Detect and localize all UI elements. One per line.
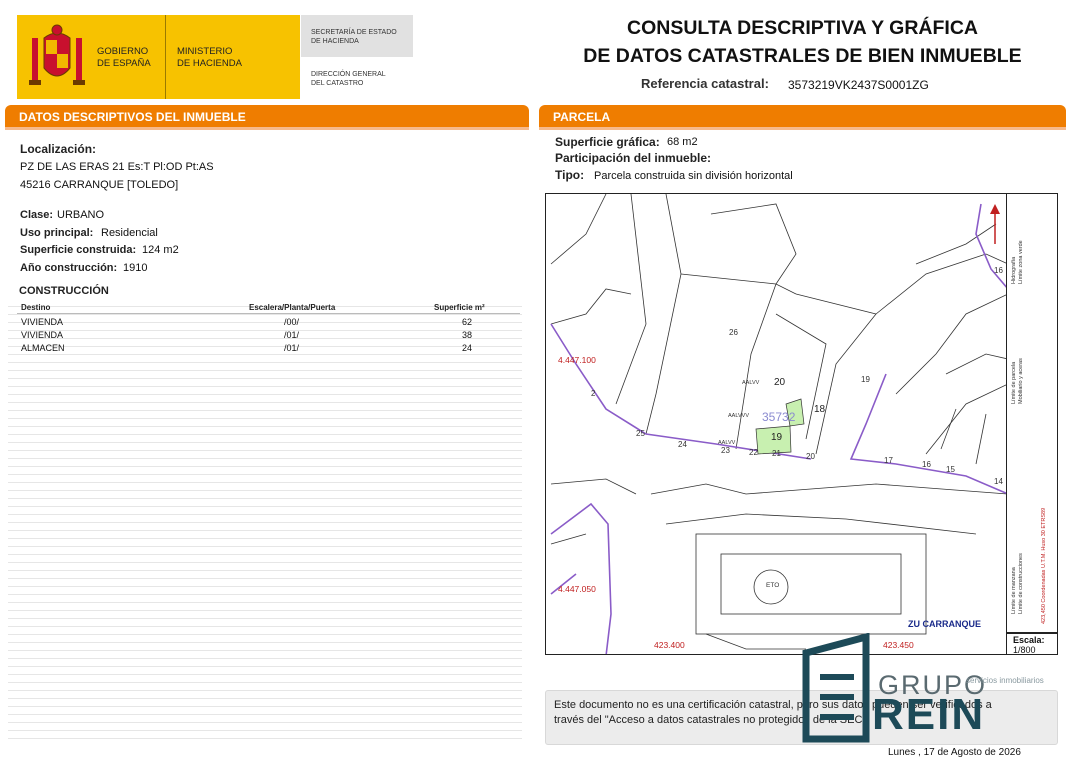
table-cell-escalera: /01/	[284, 330, 300, 340]
gobierno-text-2: DE ESPAÑA	[97, 58, 151, 69]
legend-column: Límite de parcela Mobiliario y aceras	[1011, 294, 1024, 404]
watermark-rein: REIN	[872, 690, 986, 739]
sup-grafica-label: Superficie gráfica:	[555, 135, 660, 149]
street-number: 21	[772, 449, 781, 458]
floor-code: AALVV	[718, 440, 736, 446]
street-number: 22	[749, 448, 758, 457]
coat-of-arms-icon	[29, 24, 85, 85]
street-number: 20	[806, 452, 815, 461]
direccion-text-2: DEL CATASTRO	[311, 80, 364, 87]
map-legend: Límite de manzana Límite de construccion…	[1007, 193, 1058, 633]
localizacion-label: Localización:	[20, 142, 97, 156]
table-cell-superficie: 38	[462, 330, 473, 340]
logo-divider	[165, 15, 166, 99]
street-number: 18	[814, 404, 826, 415]
table-cell-superficie: 24	[462, 343, 473, 353]
legend-column: Límite de manzana Límite de construccion…	[1011, 424, 1024, 614]
table-header-escalera: Escalera/Planta/Puerta	[249, 303, 336, 312]
street-number: 19	[861, 375, 870, 384]
table-cell-destino: ALMACEN	[21, 343, 65, 353]
direccion-text-1: DIRECCIÓN GENERAL	[311, 71, 386, 78]
uso-value: Residencial	[101, 227, 158, 239]
street-number: 16	[922, 460, 931, 469]
coord-x2: 423.450	[883, 640, 914, 650]
table-header-destino: Destino	[21, 303, 51, 312]
street-number: 20	[774, 377, 786, 388]
street-number: 17	[884, 456, 893, 465]
coord-y1: 4.447.100	[558, 355, 596, 365]
legend-item: Límite zona verde	[1018, 240, 1024, 284]
superficie-label: Superficie construida:	[20, 244, 137, 256]
secretaria-text-2: DE HACIENDA	[311, 38, 359, 45]
superficie-value: 124 m2	[142, 244, 179, 256]
legend-item: Mobiliario y aceras	[1018, 358, 1024, 404]
anio-value: 1910	[123, 262, 148, 274]
coord-y2: 4.447.050	[558, 584, 596, 594]
legend-coords: 423,450 Coordenadas U.T.M. Huso 30 ETRS8…	[1041, 449, 1053, 624]
scale-label: Escala:	[1013, 635, 1045, 645]
legend-column: Hidrografía Límite zona verde	[1011, 204, 1024, 284]
table-header-divider	[17, 313, 520, 314]
scale-value: 1/800	[1013, 645, 1036, 655]
page-title-line1: CONSULTA DESCRIPTIVA Y GRÁFICA	[626, 17, 979, 39]
gobierno-text-1: GOBIERNO	[97, 46, 149, 57]
street-number: 25	[636, 429, 645, 438]
street-number: 16	[994, 266, 1003, 275]
legend-item: Límite de manzana	[1011, 567, 1017, 614]
street-number: 24	[678, 440, 687, 449]
clase-value: URBANO	[57, 209, 105, 221]
page-title-line2: DE DATOS CATASTRALES DE BIEN INMUEBLE	[583, 45, 1022, 67]
legend-item: Límite de construcciones	[1018, 553, 1024, 614]
street-number: 26	[729, 328, 738, 337]
tipo-value: Parcela construida sin división horizont…	[594, 170, 793, 182]
section-bar-parcela: PARCELA	[539, 105, 1066, 127]
address-line1: PZ DE LAS ERAS 21 Es:T Pl:OD Pt:AS	[20, 161, 214, 173]
table-cell-destino: VIVIENDA	[21, 330, 64, 340]
ministerio-text-2: DE HACIENDA	[177, 58, 242, 69]
uso-label: Uso principal:	[20, 227, 94, 239]
legend-item: Límite de parcela	[1011, 361, 1017, 404]
map-scale: Escala: 1/800	[1007, 633, 1058, 655]
secretaria-text-1: SECRETARÍA DE ESTADO	[311, 29, 397, 36]
watermark-tag: servicios inmobiliarios	[966, 676, 1044, 685]
table-cell-destino: VIVIENDA	[21, 317, 64, 327]
table-ruled-lines	[8, 306, 522, 746]
tipo-label: Tipo:	[555, 168, 585, 182]
watermark-logo-icon	[802, 633, 870, 743]
footer-date: Lunes , 17 de Agosto de 2026	[888, 747, 1021, 758]
section-bar-underline	[539, 127, 1066, 130]
clase-label: Clase:	[20, 209, 54, 221]
floor-code: AALVV	[742, 380, 760, 386]
anio-label: Año construcción:	[20, 262, 118, 274]
street-number: 23	[721, 446, 730, 455]
street-number: 14	[994, 477, 1003, 486]
legend-coords-text: 423,450 Coordenadas U.T.M. Huso 30 ETRS8…	[1041, 507, 1047, 624]
address-line2: 45216 CARRANQUE [TOLEDO]	[20, 179, 179, 191]
street-number: 19	[771, 432, 783, 443]
table-header-superficie: Superficie m²	[434, 303, 485, 312]
table-cell-escalera: /00/	[284, 317, 300, 327]
ref-label: Referencia catastral:	[641, 76, 769, 91]
participacion-label: Participación del inmueble:	[555, 151, 712, 165]
section-bar-datos: DATOS DESCRIPTIVOS DEL INMUEBLE	[5, 105, 529, 127]
cadastral-map[interactable]: 4.447.100 4.447.050 423.400 423.450 3573…	[545, 193, 1007, 655]
parcel-ref-label: 35732	[762, 410, 796, 424]
floor-code: AALVVV	[728, 413, 749, 419]
ministerio-text-1: MINISTERIO	[177, 46, 233, 57]
north-arrow-icon	[990, 204, 1000, 244]
plaza-label: ETO	[766, 582, 780, 589]
street-number: 15	[946, 465, 955, 474]
legend-item: Hidrografía	[1011, 256, 1017, 284]
coord-x1: 423.400	[654, 640, 685, 650]
section-bar-underline	[5, 127, 529, 130]
table-cell-escalera: /01/	[284, 343, 300, 353]
ref-value: 3573219VK2437S0001ZG	[788, 78, 929, 92]
sup-grafica-value: 68 m2	[667, 136, 698, 148]
zone-label: ZU CARRANQUE	[908, 619, 981, 629]
table-cell-superficie: 62	[462, 317, 473, 327]
street-number: 2	[591, 389, 596, 398]
construccion-title: CONSTRUCCIÓN	[19, 285, 109, 297]
